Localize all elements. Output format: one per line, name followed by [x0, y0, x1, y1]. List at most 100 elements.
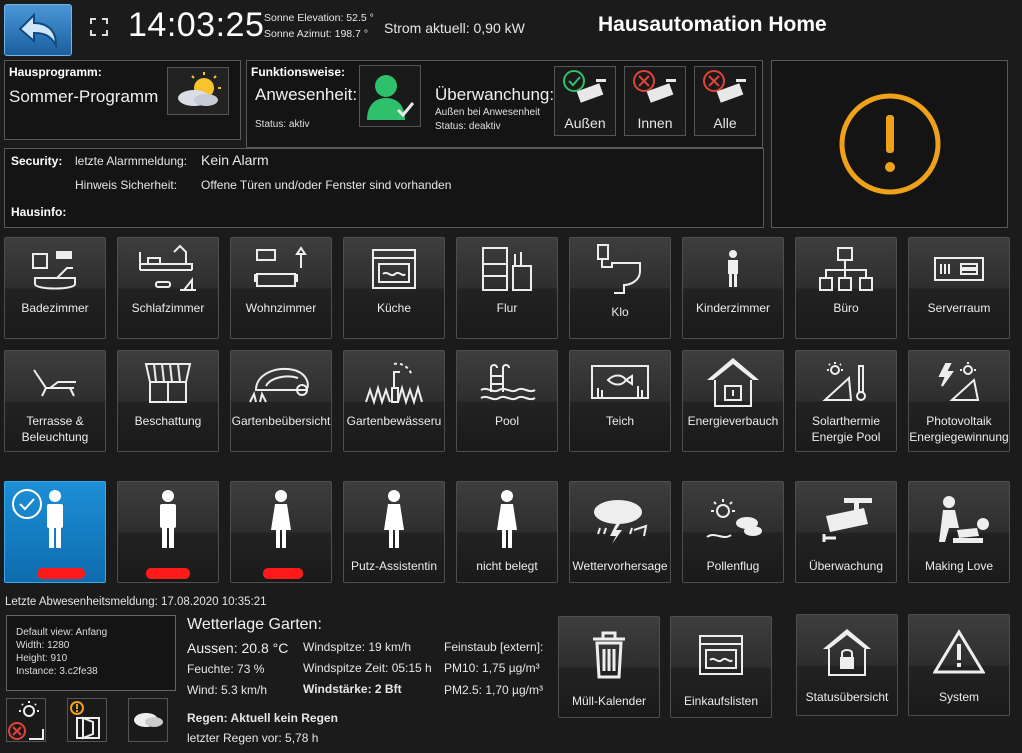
ueberwachung-label: Überwanchung:: [435, 85, 555, 104]
tile-energieverbrauch[interactable]: Energieverbauch: [682, 350, 784, 452]
tile-label: Kinderzimmer: [695, 301, 770, 315]
hausprogramm-value: Sommer-Programm: [9, 87, 159, 106]
ueberwachung-sub: Außen bei Anwesenheit: [435, 107, 541, 118]
sun-alert-button[interactable]: [6, 698, 46, 742]
tile-badezimmer[interactable]: Badezimmer: [4, 237, 106, 339]
woman-icon: [497, 490, 517, 548]
couple-icon: [939, 496, 989, 543]
tile-statusuebersicht[interactable]: Statusübersicht: [796, 614, 898, 716]
tile-photovoltaik[interactable]: Photovoltaik Energiegewinnung: [908, 350, 1010, 452]
fullscreen-button[interactable]: [82, 12, 116, 42]
weather-title: Wetterlage Garten:: [187, 616, 322, 633]
tile-ueberwachung[interactable]: Überwachung: [795, 481, 897, 583]
alarm-value: Kein Alarm: [201, 152, 269, 168]
weather-wind: Wind: 5.3 km/h: [187, 683, 268, 697]
camera-outside-button[interactable]: Außen: [554, 66, 616, 136]
tile-label: Photovoltaik Energiegewinnung: [909, 414, 1009, 444]
warning-icon[interactable]: [835, 89, 945, 199]
info-default-view: Default view: Anfang: [16, 627, 108, 638]
tile-terrasse[interactable]: Terrasse & Beleuchtung: [4, 350, 106, 452]
presence-button[interactable]: [359, 65, 421, 127]
tile-label: Solarthermie Energie Pool: [811, 414, 881, 444]
warning-panel: [771, 60, 1008, 228]
weather-windspitze-zeit: Windspitze Zeit: 05:15 h: [303, 661, 432, 675]
tile-pool[interactable]: Pool: [456, 350, 558, 452]
tile-label: Pollenflug: [706, 559, 760, 573]
storm-cloud-icon: [594, 500, 648, 544]
tile-beschattung[interactable]: Beschattung: [117, 350, 219, 452]
camera-inside-label: Innen: [637, 115, 673, 131]
tile-label: Küche: [376, 301, 412, 315]
tile-pollenflug[interactable]: Pollenflug: [682, 481, 784, 583]
toilet-icon: [597, 244, 641, 294]
security-camera-icon: [822, 498, 872, 542]
weather-feinstaub: Feinstaub [extern]:: [444, 640, 544, 654]
sprinkler-icon: [365, 362, 423, 406]
tile-label: Teich: [605, 414, 634, 428]
tile-system[interactable]: System: [908, 614, 1010, 716]
tile-kueche[interactable]: Küche: [343, 237, 445, 339]
tile-label: Terrasse & Beleuchtung: [21, 414, 89, 444]
hint-value: Offene Türen und/oder Fenster sind vorha…: [201, 178, 452, 192]
tile-label: Schlafzimmer: [131, 301, 205, 315]
tile-klo[interactable]: Klo: [569, 237, 671, 339]
camera-ok-icon: [563, 70, 606, 103]
security-panel: Security: letzte Alarmmeldung: Kein Alar…: [4, 148, 764, 228]
tile-nicht-belegt[interactable]: nicht belegt: [456, 481, 558, 583]
tile-label: Making Love: [924, 559, 994, 573]
woman-icon: [384, 490, 404, 548]
tile-label: Wohnzimmer: [245, 301, 317, 315]
tile-label: Gartenbewässeru: [346, 414, 442, 428]
tile-person-1[interactable]: [4, 481, 106, 583]
hint-label: Hinweis Sicherheit:: [75, 178, 178, 192]
redacted-bar: [263, 568, 303, 579]
tile-label: Serverraum: [927, 301, 991, 315]
tile-person-3[interactable]: [230, 481, 332, 583]
aquarium-icon: [591, 365, 649, 399]
tile-solarthermie[interactable]: Solarthermie Energie Pool: [795, 350, 897, 452]
tile-making-love[interactable]: Making Love: [908, 481, 1010, 583]
tile-teich[interactable]: Teich: [569, 350, 671, 452]
redacted-bar: [146, 568, 190, 579]
absence-message: Letzte Abwesenheitsmeldung: 17.08.2020 1…: [5, 596, 267, 608]
sun-cloud-icon: [178, 72, 221, 106]
info-instance: Instance: 3.c2fe38: [16, 666, 98, 677]
camera-outside-label: Außen: [564, 115, 606, 131]
tile-einkaufslisten[interactable]: Einkaufslisten: [670, 616, 772, 718]
tile-putz-assistentin[interactable]: Putz-Assistentin: [343, 481, 445, 583]
tile-flur[interactable]: Flur: [456, 237, 558, 339]
tile-label: Wettervorhersage: [572, 559, 668, 573]
weather-windstaerke: Windstärke: 2 Bft: [303, 682, 402, 696]
camera-inside-button[interactable]: Innen: [624, 66, 686, 136]
tile-wettervorhersage[interactable]: Wettervorhersage: [569, 481, 671, 583]
tile-muell-kalender[interactable]: Müll-Kalender: [558, 616, 660, 718]
back-button[interactable]: [4, 4, 72, 56]
hausprogramm-panel: Hausprogramm: Sommer-Programm: [4, 60, 241, 140]
weather-program-button[interactable]: [167, 67, 229, 115]
tile-kinderzimmer[interactable]: Kinderzimmer: [682, 237, 784, 339]
pool-icon: [480, 364, 536, 401]
tile-label: Energieverbauch: [687, 414, 779, 428]
tile-wohnzimmer[interactable]: Wohnzimmer: [230, 237, 332, 339]
tile-garten-bewaesserung[interactable]: Gartenbewässeru: [343, 350, 445, 452]
security-label: Security:: [11, 154, 63, 168]
door-alert-button[interactable]: [67, 698, 107, 742]
weather-feuchte: Feuchte: 73 %: [187, 662, 265, 676]
tile-label: Gartenbeübersicht: [231, 414, 331, 428]
camera-all-button[interactable]: Alle: [694, 66, 756, 136]
tile-garten-uebersicht[interactable]: Gartenbeübersicht: [230, 350, 332, 452]
tile-schlafzimmer[interactable]: Schlafzimmer: [117, 237, 219, 339]
house-meter-icon: [707, 358, 759, 407]
weather-small-button[interactable]: [128, 698, 168, 742]
lawnmower-icon: [249, 368, 309, 403]
tile-label: Putz-Assistentin: [350, 559, 438, 573]
tile-buero[interactable]: Büro: [795, 237, 897, 339]
tile-label: Einkaufslisten: [683, 694, 759, 708]
tile-label: Überwachung: [808, 559, 884, 573]
bedroom-icon: [139, 244, 196, 291]
deck-chair-icon: [33, 369, 76, 397]
wardrobe-icon: [482, 247, 532, 291]
tile-serverraum[interactable]: Serverraum: [908, 237, 1010, 339]
tile-label: Klo: [611, 305, 629, 319]
tile-person-2[interactable]: [117, 481, 219, 583]
